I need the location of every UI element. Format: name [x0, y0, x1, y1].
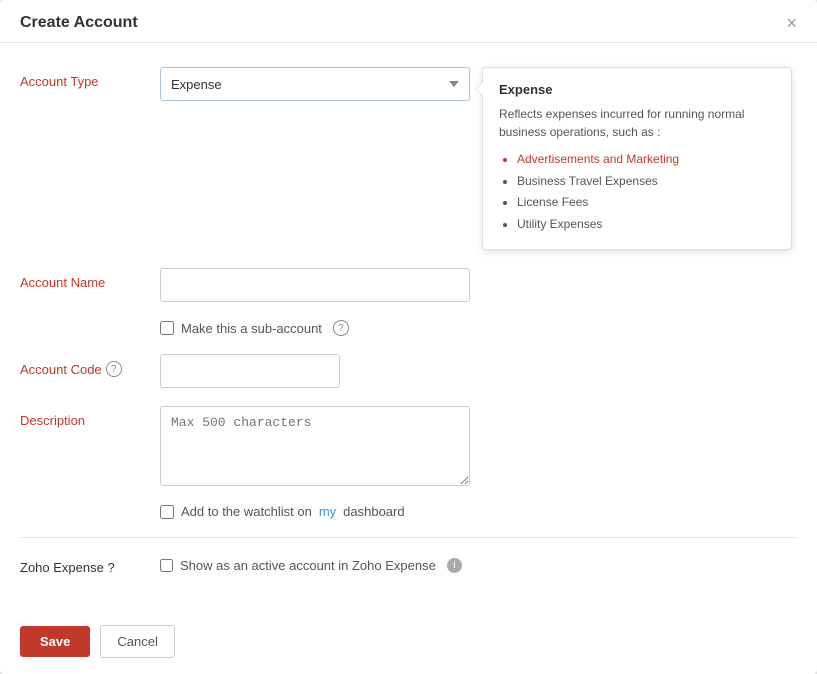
description-textarea[interactable] — [160, 406, 470, 486]
cancel-button[interactable]: Cancel — [100, 625, 174, 658]
zoho-info-icon[interactable]: i — [447, 558, 462, 573]
zoho-checkbox-label: Show as an active account in Zoho Expens… — [180, 558, 436, 573]
zoho-checkbox-area: Show as an active account in Zoho Expens… — [160, 558, 462, 573]
modal-title: Create Account — [20, 14, 138, 32]
sub-account-checkbox[interactable] — [160, 321, 174, 335]
account-type-label: Account Type — [20, 67, 160, 89]
account-code-input[interactable] — [160, 354, 340, 388]
modal-body: Account Type Expense Expense Reflects ex… — [0, 43, 817, 609]
modal-footer: Save Cancel — [0, 609, 817, 674]
tooltip-description: Reflects expenses incurred for running n… — [499, 105, 775, 141]
tooltip-item-1: Advertisements and Marketing — [517, 149, 775, 171]
watchlist-link[interactable]: my — [319, 504, 336, 519]
account-code-control-area — [160, 354, 797, 388]
tooltip-item-2: Business Travel Expenses — [517, 171, 775, 193]
sub-account-label: Make this a sub-account — [181, 321, 322, 336]
watchlist-label-after: dashboard — [343, 504, 404, 519]
account-name-control-area — [160, 268, 797, 302]
modal-header: Create Account × — [0, 0, 817, 43]
tooltip-item-4: Utility Expenses — [517, 214, 775, 236]
expense-tooltip: Expense Reflects expenses incurred for r… — [482, 67, 792, 250]
sub-account-help-icon[interactable]: ? — [333, 320, 349, 336]
zoho-checkbox[interactable] — [160, 559, 173, 572]
tooltip-item-3: License Fees — [517, 192, 775, 214]
account-name-label: Account Name — [20, 268, 160, 290]
description-row: Description — [20, 406, 797, 486]
watchlist-row: Add to the watchlist on my dashboard — [160, 504, 797, 519]
watchlist-label-before: Add to the watchlist on — [181, 504, 312, 519]
tooltip-list: Advertisements and Marketing Business Tr… — [499, 149, 775, 235]
close-button[interactable]: × — [786, 14, 797, 32]
account-name-row: Account Name — [20, 268, 797, 302]
account-type-select[interactable]: Expense — [160, 67, 470, 101]
tooltip-title: Expense — [499, 82, 775, 97]
section-divider — [20, 537, 797, 538]
save-button[interactable]: Save — [20, 626, 90, 657]
sub-account-row: Make this a sub-account ? — [160, 320, 797, 336]
create-account-modal: Create Account × Account Type Expense Ex… — [0, 0, 817, 674]
watchlist-checkbox[interactable] — [160, 505, 174, 519]
zoho-section-label: Zoho Expense ? — [20, 556, 160, 575]
account-code-row: Account Code ? — [20, 354, 797, 388]
description-label: Description — [20, 406, 160, 428]
account-code-help-icon[interactable]: ? — [106, 361, 122, 377]
zoho-expense-row: Zoho Expense ? Show as an active account… — [20, 556, 797, 575]
account-type-row: Account Type Expense Expense Reflects ex… — [20, 67, 797, 250]
account-type-control-area: Expense Expense Reflects expenses incurr… — [160, 67, 797, 250]
description-control-area — [160, 406, 797, 486]
account-name-input[interactable] — [160, 268, 470, 302]
account-code-label: Account Code ? — [20, 354, 160, 377]
